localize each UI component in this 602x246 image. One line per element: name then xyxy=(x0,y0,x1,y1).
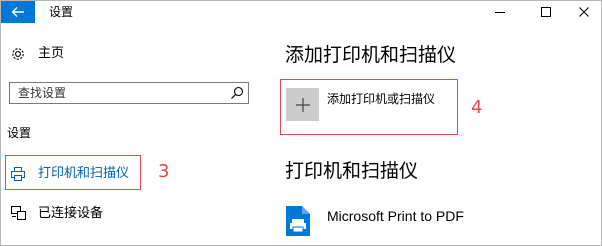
sidebar-item-home[interactable]: 主页 xyxy=(1,43,263,65)
back-button[interactable] xyxy=(1,1,35,23)
minimize-button[interactable] xyxy=(477,1,523,23)
main-content: 添加打印机和扫描仪 添加打印机或扫描仪 4 打印机和扫描仪 Microsoft … xyxy=(263,23,601,245)
sidebar-item-printers[interactable]: 打印机和扫描仪 xyxy=(1,155,263,191)
sidebar-item-label: 已连接设备 xyxy=(38,206,104,221)
search-box[interactable]: 查找设置 xyxy=(9,82,249,104)
close-icon xyxy=(579,7,589,17)
minimize-icon xyxy=(495,12,505,13)
maximize-icon xyxy=(541,7,551,17)
printer-name: Microsoft Print to PDF xyxy=(327,208,464,224)
close-button[interactable] xyxy=(561,1,601,23)
section-heading: 打印机和扫描仪 xyxy=(285,160,419,182)
sidebar: 主页 查找设置 设置 打印机和扫描仪 3 已连接设备 xyxy=(1,23,263,245)
printer-icon xyxy=(11,167,25,181)
search-input[interactable]: 查找设置 xyxy=(18,85,66,101)
add-printer-button[interactable] xyxy=(286,88,319,121)
settings-window: 设置 主页 查找设置 设置 打印机和扫描仪 3 已连接设备 添加打印机和扫描仪 … xyxy=(0,0,602,246)
step-annotation: 3 xyxy=(158,161,170,182)
gear-icon xyxy=(12,48,24,60)
step-annotation: 4 xyxy=(471,97,483,118)
title-bar: 设置 xyxy=(1,1,601,23)
search-icon[interactable] xyxy=(230,86,244,100)
devices-icon xyxy=(11,206,26,220)
page-title: 添加打印机和扫描仪 xyxy=(285,44,457,66)
add-printer-label[interactable]: 添加打印机或扫描仪 xyxy=(327,91,435,107)
plus-icon xyxy=(295,97,310,112)
section-heading: 设置 xyxy=(7,126,32,140)
sidebar-item-devices[interactable]: 已连接设备 xyxy=(1,203,263,225)
back-arrow-icon xyxy=(11,7,24,17)
pdf-printer-icon xyxy=(286,206,310,236)
window-title: 设置 xyxy=(49,5,74,19)
printer-list-item[interactable]: Microsoft Print to PDF xyxy=(285,203,585,241)
sidebar-item-label: 主页 xyxy=(38,46,65,61)
sidebar-item-label: 打印机和扫描仪 xyxy=(38,166,130,181)
